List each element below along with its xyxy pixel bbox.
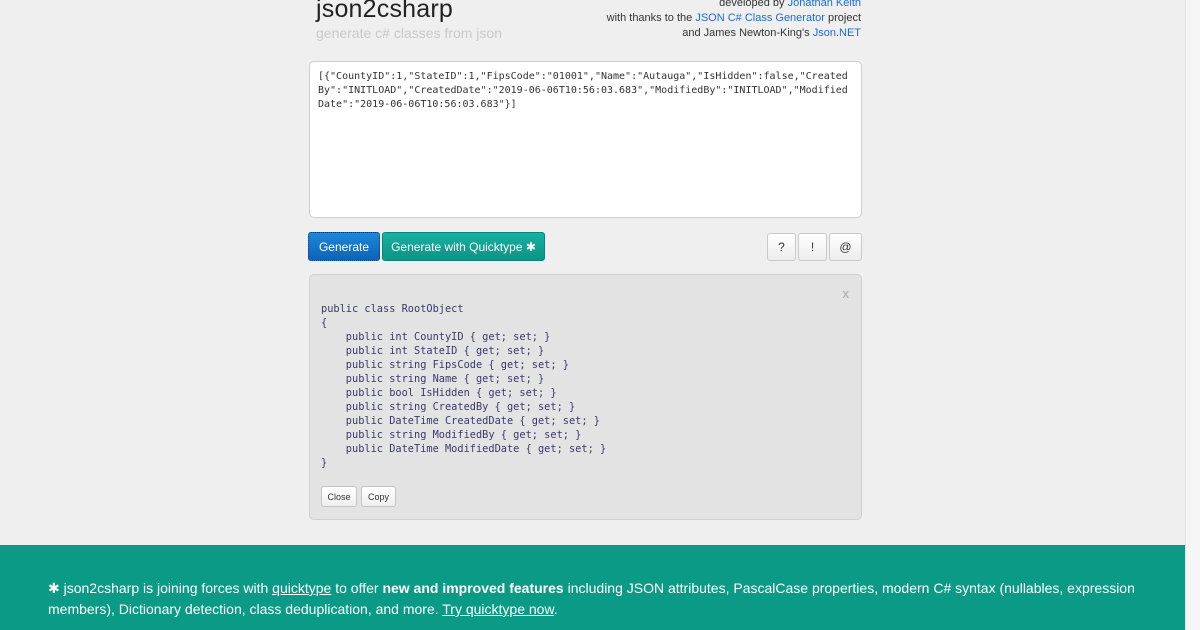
class-generator-link[interactable]: JSON C# Class Generator xyxy=(695,12,825,24)
credits-text: project xyxy=(824,12,861,24)
credits: developed by Jonathan Keith with thanks … xyxy=(607,0,861,41)
credits-text: developed by xyxy=(719,0,788,9)
page-title: json2csharp xyxy=(316,0,454,23)
credits-line-1: developed by Jonathan Keith xyxy=(607,0,861,11)
banner-text: to offer xyxy=(331,580,383,596)
generated-code: public class RootObject { public int Cou… xyxy=(321,303,607,469)
copy-button[interactable]: Copy xyxy=(361,486,396,507)
credits-line-2: with thanks to the JSON C# Class Generat… xyxy=(607,11,861,26)
jsonnet-link[interactable]: Json.NET xyxy=(813,27,861,39)
json-input[interactable]: [{"CountyID":1,"StateID":1,"FipsCode":"0… xyxy=(309,61,862,218)
credits-line-3: and James Newton-King's Json.NET xyxy=(607,26,861,41)
brand: json2csharp generate c# classes from jso… xyxy=(316,0,502,42)
banner-text: . xyxy=(553,601,558,617)
help-button[interactable]: ? xyxy=(767,233,796,261)
banner-text: ✱ json2csharp is joining forces with xyxy=(48,580,273,596)
credits-text: with thanks to the xyxy=(606,12,696,24)
close-output-icon[interactable]: x xyxy=(843,286,850,301)
close-button[interactable]: Close xyxy=(321,486,357,507)
page-subtitle: generate c# classes from json xyxy=(316,25,502,41)
scrollbar-gutter[interactable] xyxy=(1185,0,1200,630)
banner-highlight: new and improved features xyxy=(382,580,564,596)
quicktype-link[interactable]: quicktype xyxy=(272,580,331,596)
credits-text: and James Newton-King's xyxy=(682,27,813,39)
generate-button[interactable]: Generate xyxy=(308,232,380,261)
output-panel: x public class RootObject { public int C… xyxy=(309,274,862,520)
generate-quicktype-button[interactable]: Generate with Quicktype ✱ xyxy=(382,232,545,261)
try-quicktype-link[interactable]: Try quicktype now xyxy=(442,601,554,617)
contact-button[interactable]: @ xyxy=(829,233,862,261)
author-link[interactable]: Jonathan Keith xyxy=(788,0,861,9)
quicktype-banner: ✱ json2csharp is joining forces with qui… xyxy=(0,545,1185,630)
about-button[interactable]: ! xyxy=(798,233,827,261)
